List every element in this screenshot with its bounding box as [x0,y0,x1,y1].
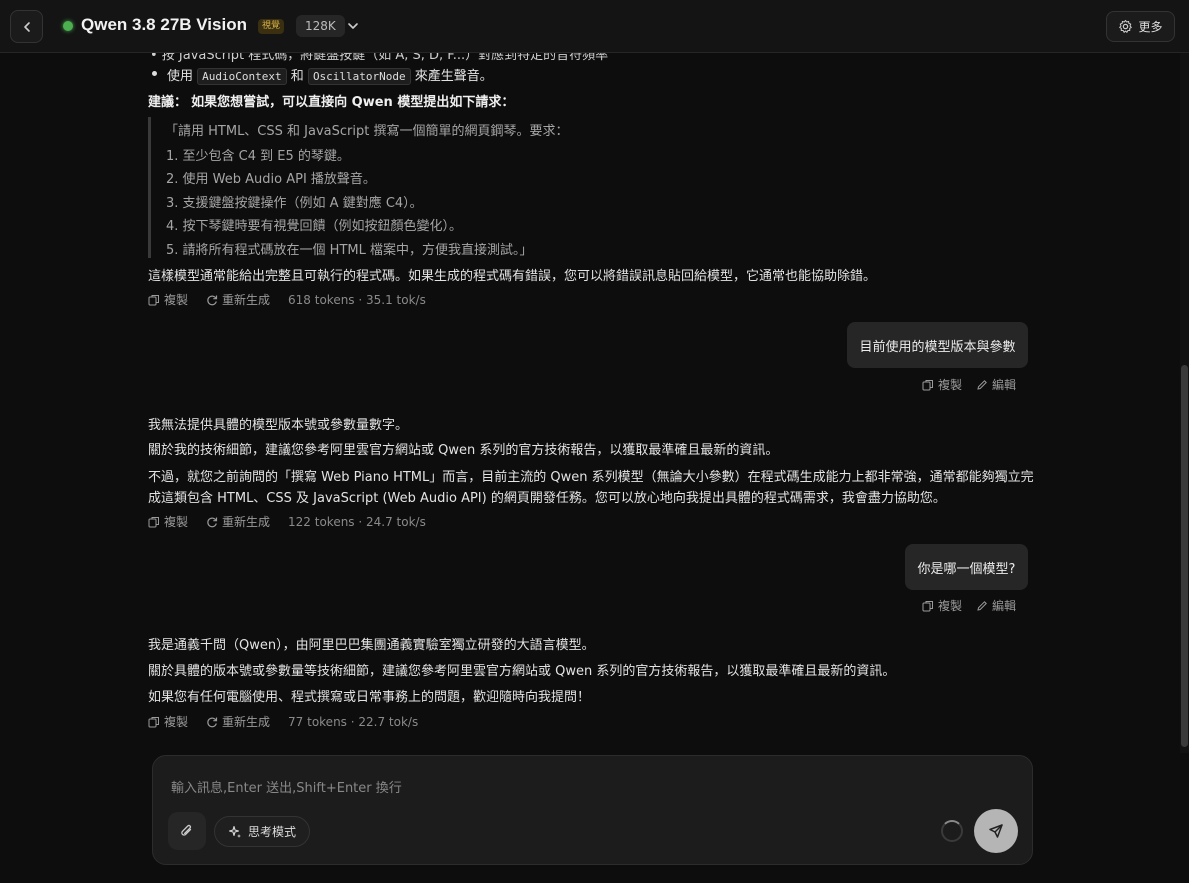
copy-icon [922,379,934,391]
copy-icon [148,516,160,528]
copy-button[interactable]: 複製 [148,713,188,730]
message-actions: 複製 重新生成 618 tokens · 35.1 tok/s [148,291,426,308]
truncated-bullet-line: • 按 JavaScript 程式碼，將鍵盤按鍵（如 A, S, D, F...… [150,53,609,63]
refresh-icon [206,516,218,528]
quote-line: 「請用 HTML、CSS 和 JavaScript 撰寫一個簡單的網頁鋼琴。要求… [165,124,569,139]
token-stats: 618 tokens · 35.1 tok/s [288,292,426,307]
pencil-icon [976,600,988,612]
suggestion-line: 建議： 如果您想嘗試，可以直接向 Qwen 模型提出如下請求： [148,95,515,110]
refresh-icon [206,716,218,728]
quote-line: 3. 支援鍵盤按鍵操作（例如 A 鍵對應 C4）。 [166,196,423,211]
model-title[interactable]: Qwen 3.8 27B Vision [81,15,247,35]
model-status-dot [63,21,73,31]
quote-line: 1. 至少包含 C4 到 E5 的琴鍵。 [166,149,350,164]
regenerate-button[interactable]: 重新生成 [206,291,270,308]
copy-icon [148,716,160,728]
chevron-down-icon[interactable] [346,19,360,33]
reply-paragraph: 如果您有任何電腦使用、程式撰寫或日常事務上的問題，歡迎隨時向我提問！ [148,690,591,705]
top-bar: Qwen 3.8 27B Vision 視覺 128K 更多 [0,0,1189,53]
user-message: 目前使用的模型版本與參數 [847,322,1028,368]
loading-spinner-icon [941,820,963,842]
chat-scroll-area[interactable]: • 按 JavaScript 程式碼，將鍵盤按鍵（如 A, S, D, F...… [0,53,1180,753]
inline-code: OscillatorNode [307,68,411,85]
pencil-icon [976,379,988,391]
attach-button[interactable] [168,812,206,850]
reply-paragraph: 關於具體的版本號或參數量等技術細節，建議您參考阿里雲官方網站或 Qwen 系列的… [148,664,896,679]
message-input[interactable]: 輸入訊息,Enter 送出,Shift+Enter 換行 [171,777,402,796]
vision-badge: 視覺 [258,19,285,34]
quote-line: 5. 請將所有程式碼放在一個 HTML 檔案中，方便我直接測試。」 [166,243,533,258]
inline-code: AudioContext [197,68,287,85]
sparkle-icon [228,825,242,839]
reply-paragraph: 我是通義千問（Qwen），由阿里巴巴集團通義實驗室獨立研發的大語言模型。 [148,638,595,653]
chevron-left-icon [21,21,33,33]
regenerate-button[interactable]: 重新生成 [206,513,270,530]
list-item: 使用 AudioContext 和 OscillatorNode 來產生聲音。 [167,68,493,85]
edit-button[interactable]: 編輯 [976,597,1016,614]
thinking-mode-toggle[interactable]: 思考模式 [214,816,311,847]
copy-button[interactable]: 複製 [148,291,188,308]
quote-line: 4. 按下琴鍵時要有視覺回饋（例如按鈕顏色變化）。 [166,219,463,234]
user-message-actions: 複製 編輯 [922,597,1016,614]
paperclip-icon [179,823,195,839]
send-button[interactable] [974,809,1018,853]
user-message-actions: 複製 編輯 [922,376,1016,393]
back-button[interactable] [10,10,43,43]
quote-line: 2. 使用 Web Audio API 播放聲音。 [166,172,376,187]
blockquote-bar [148,117,151,258]
regenerate-button[interactable]: 重新生成 [206,713,270,730]
send-icon [988,823,1004,839]
reply-paragraph: 成這類包含 HTML、CSS 及 JavaScript (Web Audio A… [148,491,946,506]
more-label: 更多 [1138,20,1163,34]
reply-paragraph: 我無法提供具體的模型版本號或參數量數字。 [148,418,409,433]
copy-button[interactable]: 複製 [148,513,188,530]
message-actions: 複製 重新生成 77 tokens · 22.7 tok/s [148,713,418,730]
copy-icon [148,294,160,306]
refresh-icon [206,294,218,306]
token-stats: 77 tokens · 22.7 tok/s [288,714,419,729]
bullet-marker [152,71,157,76]
reply-paragraph: 這樣模型通常能給出完整且可執行的程式碼。如果生成的程式碼有錯誤，您可以將錯誤訊息… [148,269,877,284]
edit-button[interactable]: 編輯 [976,376,1016,393]
reply-paragraph: 不過，就您之前詢問的「撰寫 Web Piano HTML」而言，目前主流的 Qw… [148,470,1034,485]
copy-icon [922,600,934,612]
copy-button[interactable]: 複製 [922,597,962,614]
message-composer: 輸入訊息,Enter 送出,Shift+Enter 換行 思考模式 [152,755,1033,865]
reply-paragraph: 關於我的技術細節，建議您參考阿里雲官方網站或 Qwen 系列的官方技術報告，以獲… [148,443,779,458]
scrollbar-thumb[interactable] [1181,365,1188,747]
copy-button[interactable]: 複製 [922,376,962,393]
context-length-badge: 128K [296,15,345,37]
token-stats: 122 tokens · 24.7 tok/s [288,514,426,529]
user-message: 你是哪一個模型? [905,544,1028,590]
more-button[interactable]: 更多 [1106,11,1175,42]
gear-icon [1118,19,1133,34]
message-actions: 複製 重新生成 122 tokens · 24.7 tok/s [148,513,426,530]
